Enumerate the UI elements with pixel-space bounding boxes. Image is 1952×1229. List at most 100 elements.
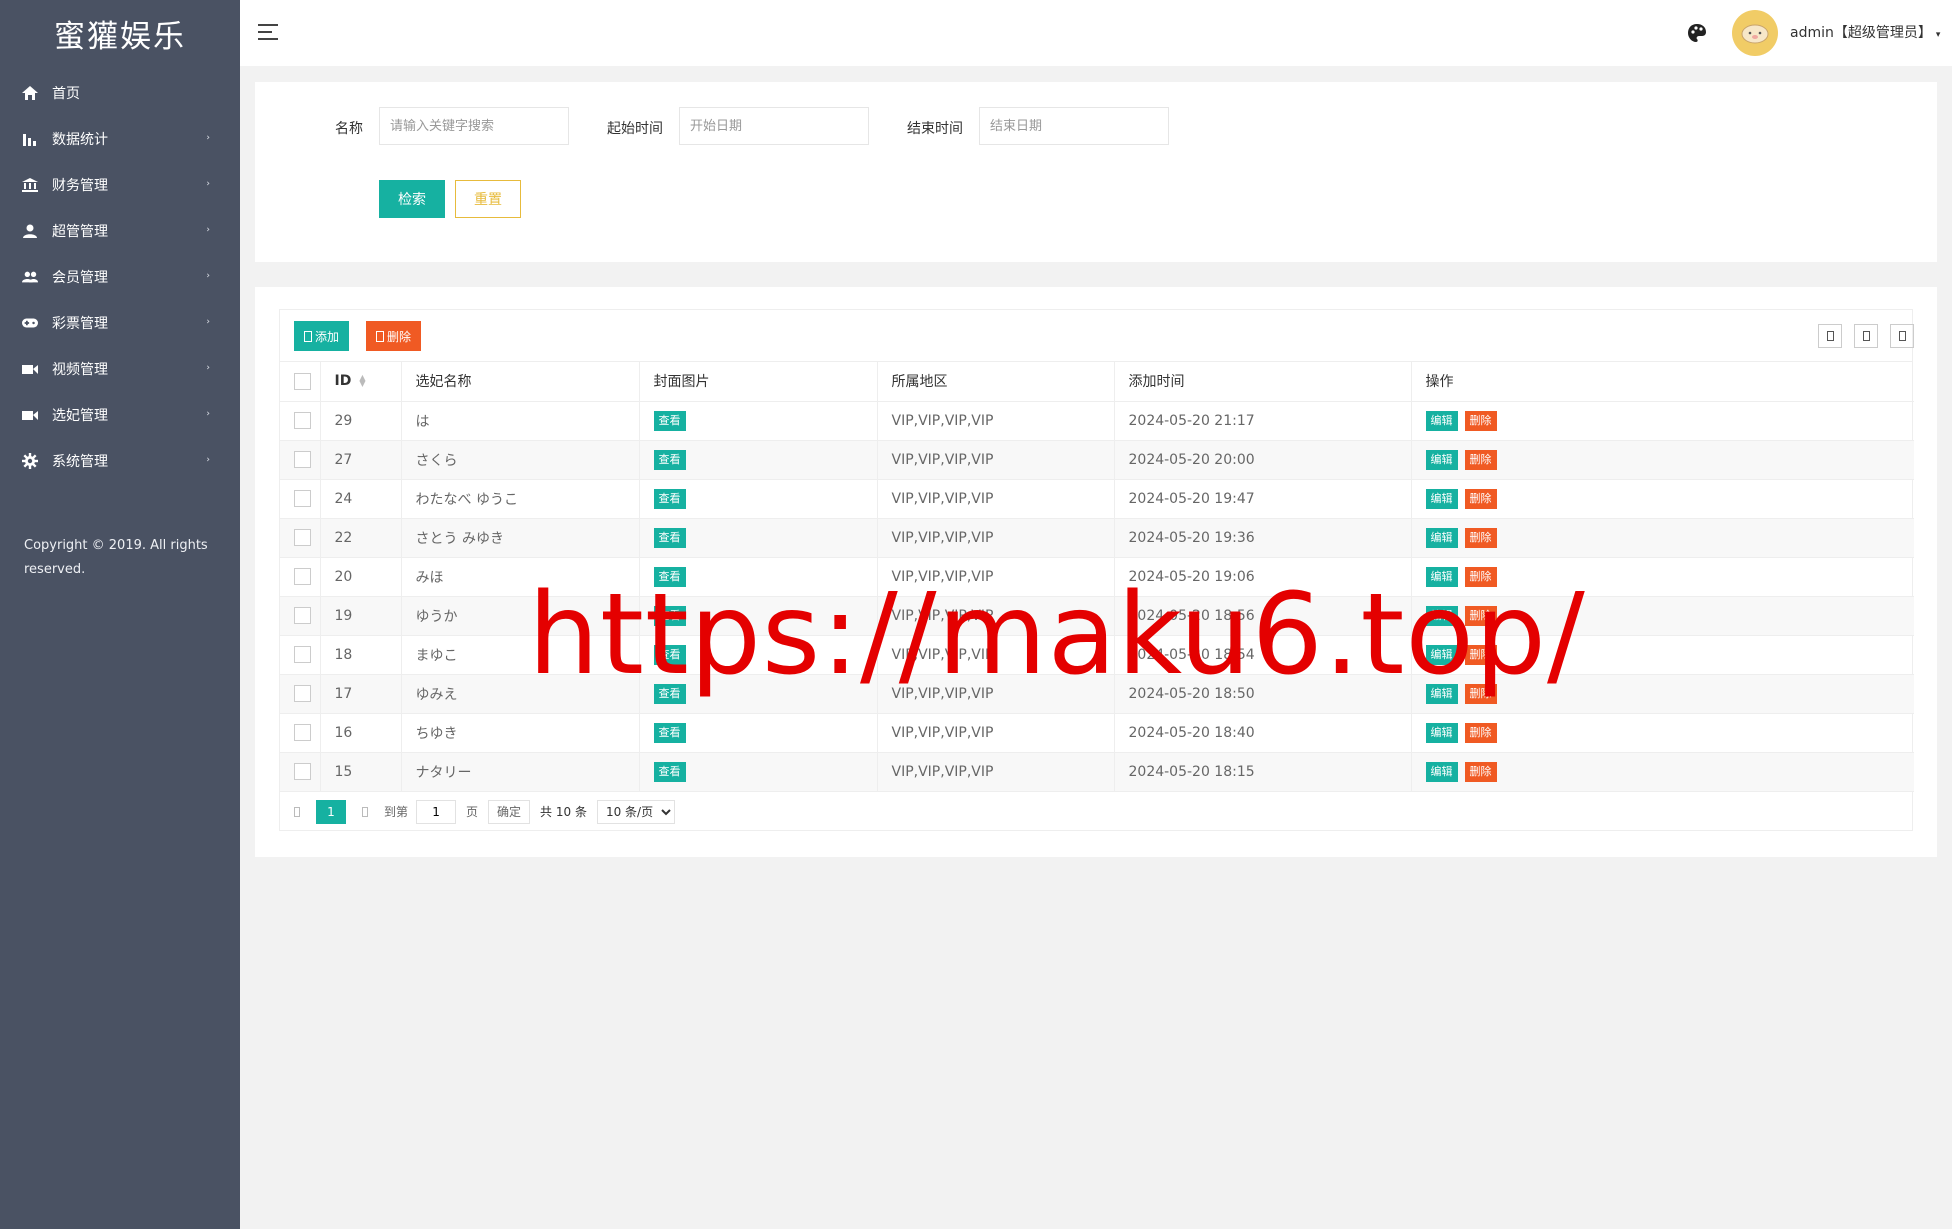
columns-filter-icon[interactable] [1818,324,1842,348]
view-image-button[interactable]: 查看 [653,644,686,665]
avatar[interactable] [1732,10,1778,56]
delete-button[interactable]: 删除 [1464,761,1497,782]
delete-button[interactable]: 删除 [1464,566,1497,587]
search-panel: 名称 起始时间 结束时间 检索 重置 [255,82,1937,262]
row-checkbox[interactable] [294,451,311,468]
username-label: admin【超级管理员】 [1790,25,1932,41]
chevron-right-icon: › [206,271,210,281]
sidebar-item-lottery[interactable]: 彩票管理 › [0,300,240,346]
row-checkbox[interactable] [294,724,311,741]
row-checkbox[interactable] [294,763,311,780]
palette-icon[interactable] [1686,22,1708,44]
page-jump-input[interactable] [416,799,457,824]
cell-actions: 编辑 删除 [1411,479,1914,519]
edit-button[interactable]: 编辑 [1425,410,1458,431]
delete-button[interactable]: 删除 [1464,410,1497,431]
name-search-input[interactable] [379,107,569,145]
search-button[interactable]: 检索 [379,180,445,218]
delete-button[interactable]: 删除 [1464,449,1497,470]
delete-button[interactable]: 删除 [1464,644,1497,665]
cell-id: 27 [320,440,402,480]
cell-name: さくら [401,440,640,480]
view-image-button[interactable]: 查看 [653,566,686,587]
row-checkbox[interactable] [294,685,311,702]
cell-name: ナタリー [401,752,640,792]
add-button-label: 添加 [315,329,340,344]
select-all-cell [280,362,321,402]
edit-button[interactable]: 编辑 [1425,488,1458,509]
page-size-select[interactable]: 10 条/页 [596,799,675,824]
sidebar-item-super-admin[interactable]: 超管管理 › [0,208,240,254]
view-image-button[interactable]: 查看 [653,683,686,704]
sidebar: 蜜獾娱乐 首页 数据统计 › 财务管理 › 超管管理 › 会员管理 › 彩票管理… [0,0,240,1229]
chevron-right-icon: › [206,179,210,189]
row-checkbox[interactable] [294,607,311,624]
view-image-button[interactable]: 查看 [653,722,686,743]
view-image-button[interactable]: 查看 [653,410,686,431]
view-image-button[interactable]: 查看 [653,761,686,782]
user-menu[interactable]: admin【超级管理员】 ▾ [1790,22,1940,42]
user-icon [22,223,38,239]
cell-actions: 编辑 删除 [1411,674,1914,714]
cell-id: 17 [320,674,402,714]
row-select-cell [280,674,321,714]
sidebar-item-concubine[interactable]: 选妃管理 › [0,392,240,438]
delete-button[interactable]: 删除 [1464,527,1497,548]
page-number-current[interactable]: 1 [316,799,346,824]
cell-cover: 查看 [639,635,878,675]
print-icon[interactable] [1890,324,1914,348]
sidebar-item-video[interactable]: 视频管理 › [0,346,240,392]
app-logo: 蜜獾娱乐 [54,18,186,55]
sidebar-item-label: 财务管理 [52,178,108,194]
column-header-id[interactable]: ID ▲ ▼ [320,362,402,402]
cell-id: 19 [320,596,402,636]
sort-icon[interactable]: ▲ ▼ [359,374,365,388]
edit-button[interactable]: 编辑 [1425,449,1458,470]
sidebar-item-members[interactable]: 会员管理 › [0,254,240,300]
cell-actions: 编辑 删除 [1411,635,1914,675]
start-time-label: 起始时间 [607,121,663,137]
cell-cover: 查看 [639,596,878,636]
row-select-cell [280,713,321,753]
edit-button[interactable]: 编辑 [1425,644,1458,665]
export-icon[interactable] [1854,324,1878,348]
edit-button[interactable]: 编辑 [1425,566,1458,587]
row-checkbox[interactable] [294,646,311,663]
row-checkbox[interactable] [294,568,311,585]
end-time-label: 结束时间 [907,121,963,137]
prev-page-icon[interactable] [294,806,300,817]
cell-name: まゆこ [401,635,640,675]
add-button[interactable]: 添加 [294,321,350,351]
delete-button[interactable]: 删除 [1464,605,1497,626]
edit-button[interactable]: 编辑 [1425,527,1458,548]
menu-toggle-icon[interactable] [258,24,278,40]
edit-button[interactable]: 编辑 [1425,761,1458,782]
edit-button[interactable]: 编辑 [1425,722,1458,743]
table-row: 29 は查看 VIP,VIP,VIP,VIP 2024-05-20 21:17 编辑 删除 [280,401,1914,441]
row-checkbox[interactable] [294,412,311,429]
end-date-input[interactable] [979,107,1169,145]
batch-delete-button[interactable]: 删除 [366,321,422,351]
start-date-input[interactable] [679,107,869,145]
sidebar-item-system[interactable]: 系统管理 › [0,438,240,484]
reset-button[interactable]: 重置 [455,180,521,218]
view-image-button[interactable]: 查看 [653,527,686,548]
edit-button[interactable]: 编辑 [1425,605,1458,626]
delete-button[interactable]: 删除 [1464,683,1497,704]
view-image-button[interactable]: 查看 [653,449,686,470]
row-checkbox[interactable] [294,490,311,507]
edit-button[interactable]: 编辑 [1425,683,1458,704]
sidebar-item-data-stats[interactable]: 数据统计 › [0,116,240,162]
next-page-icon[interactable] [362,806,368,817]
view-image-button[interactable]: 查看 [653,488,686,509]
chevron-right-icon: › [206,409,210,419]
table-body: 29 は查看 VIP,VIP,VIP,VIP 2024-05-20 21:17 编辑 删除… [280,401,1914,792]
sidebar-item-home[interactable]: 首页 [0,70,240,116]
sidebar-item-finance[interactable]: 财务管理 › [0,162,240,208]
select-all-checkbox[interactable] [294,372,311,390]
delete-button[interactable]: 删除 [1464,722,1497,743]
delete-button[interactable]: 删除 [1464,488,1497,509]
page-jump-confirm-button[interactable]: 确定 [488,799,531,824]
view-image-button[interactable]: 查看 [653,605,686,626]
row-checkbox[interactable] [294,529,311,546]
